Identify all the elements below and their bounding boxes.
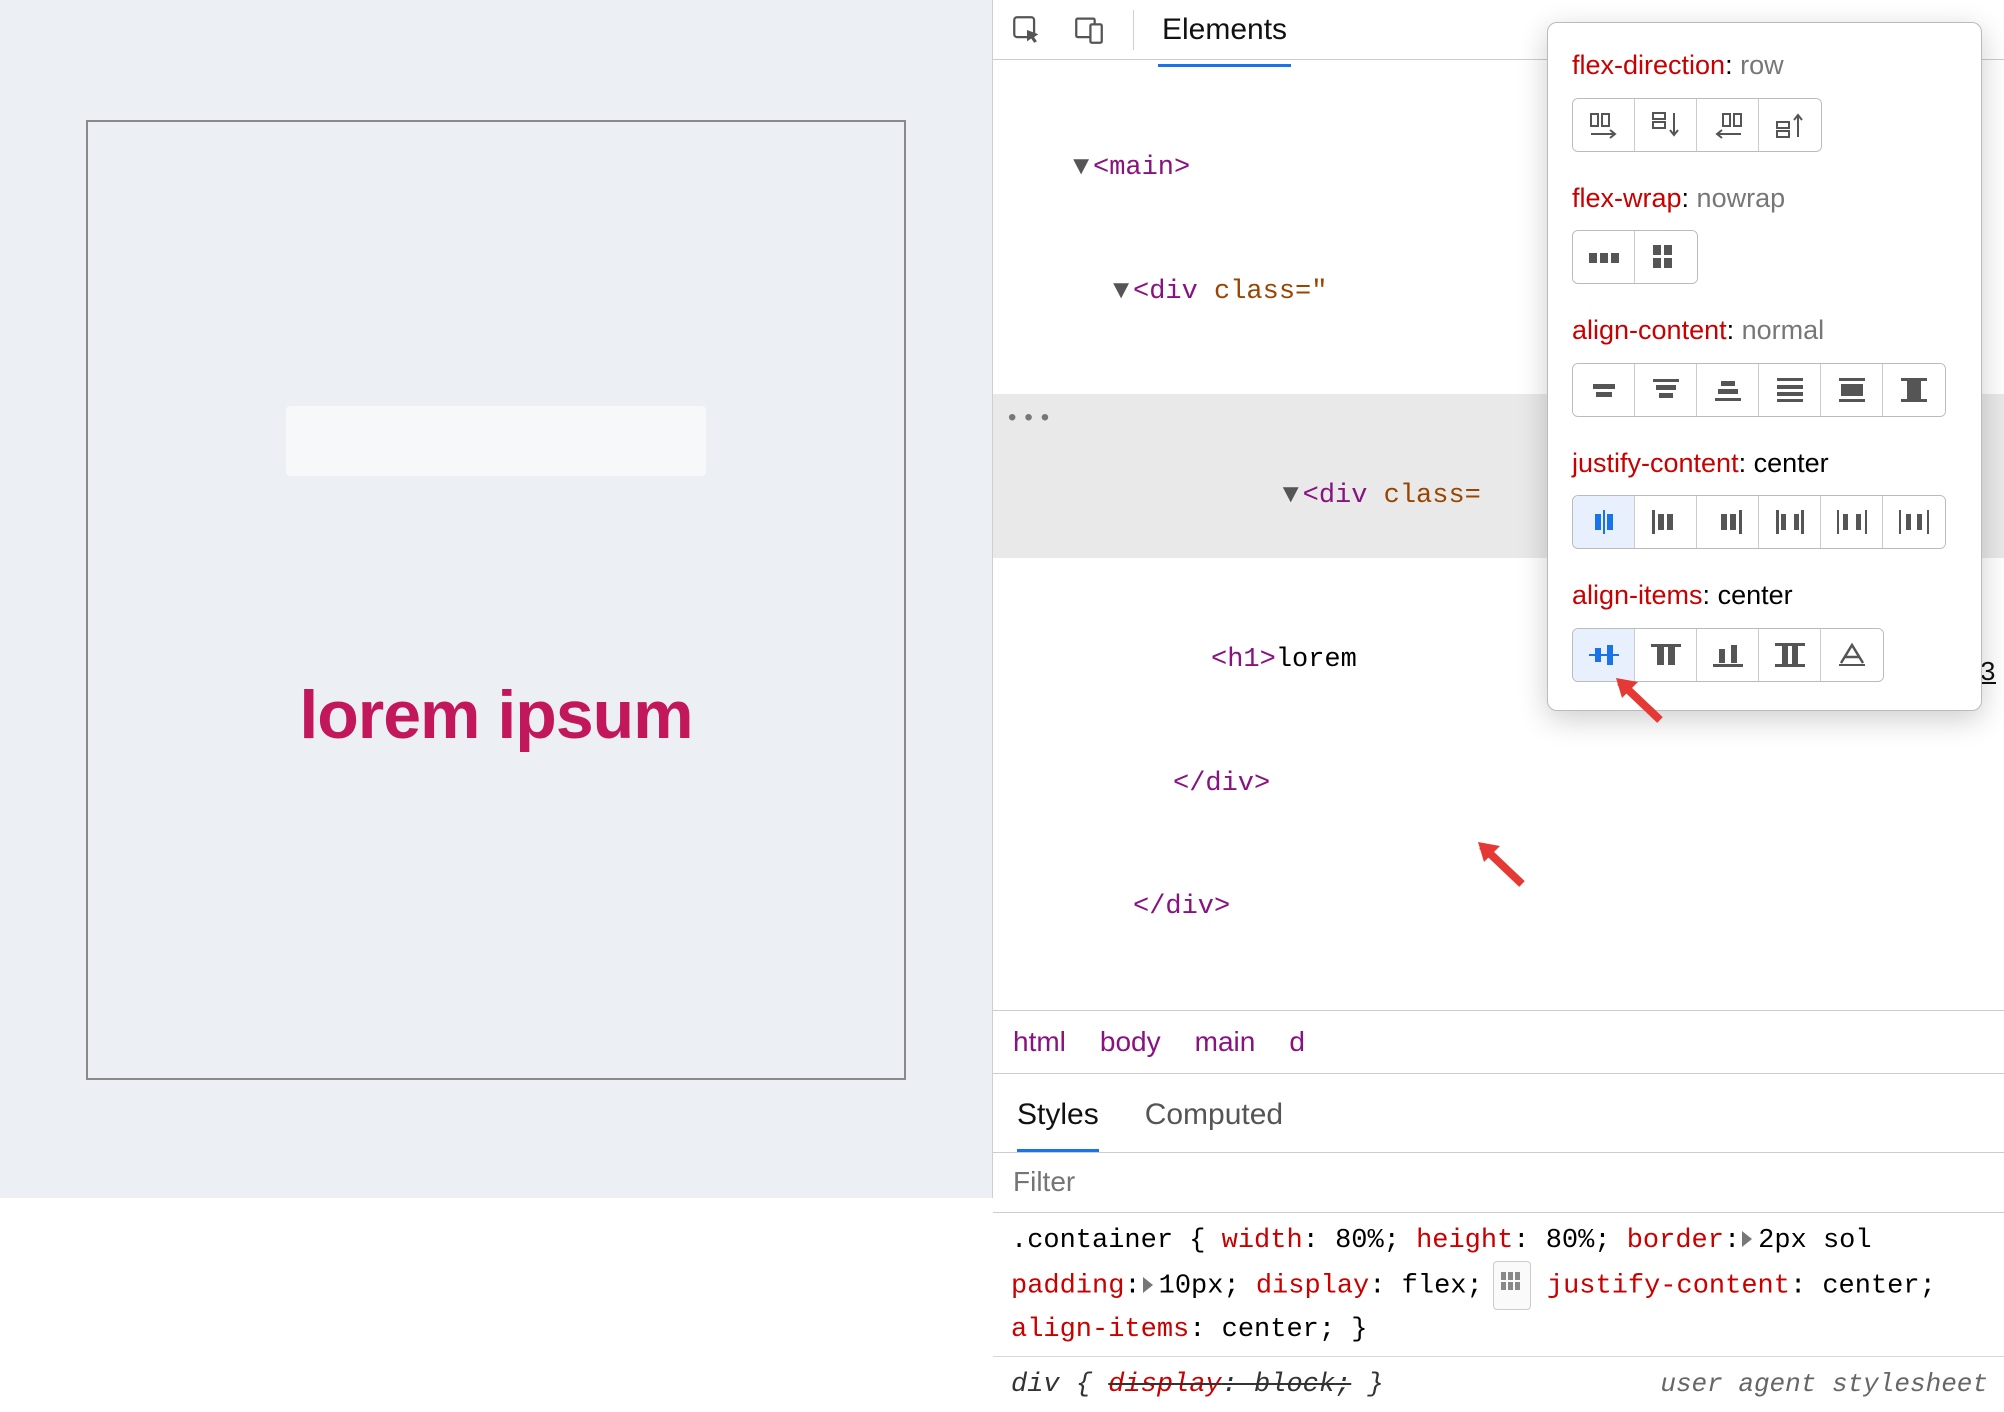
- device-toggle-icon[interactable]: [1069, 10, 1109, 50]
- css-rule-container[interactable]: .container { width: 80%; height: 80%; bo…: [993, 1213, 2004, 1357]
- breadcrumb-item[interactable]: html: [1013, 1021, 1066, 1063]
- element-highlight: [286, 406, 706, 476]
- flex-direction-group: flex-direction: row: [1572, 45, 1957, 152]
- breadcrumb-item[interactable]: body: [1100, 1021, 1161, 1063]
- dom-node[interactable]: <div: [1133, 277, 1214, 307]
- flexbox-editor-popover: flex-direction: row flex-wrap: nowrap: [1547, 22, 1982, 711]
- filter-row: [993, 1153, 2004, 1213]
- dom-node[interactable]: <h1>: [1211, 645, 1276, 675]
- annotation-arrow-icon: [1472, 836, 1528, 888]
- preview-container: lorem ipsum: [86, 120, 906, 1080]
- flex-direction-column-reverse-button[interactable]: [1759, 99, 1821, 151]
- dom-node[interactable]: <main>: [1093, 153, 1190, 183]
- align-items-baseline-button[interactable]: [1821, 629, 1883, 681]
- flex-direction-column-button[interactable]: [1635, 99, 1697, 151]
- dom-node[interactable]: </div>: [1133, 892, 1230, 922]
- flex-direction-row-button[interactable]: [1573, 99, 1635, 151]
- align-items-end-button[interactable]: [1697, 629, 1759, 681]
- css-rule-user-agent[interactable]: user agent stylesheet div { display: blo…: [993, 1356, 2004, 1412]
- preview-heading: lorem ipsum: [299, 676, 692, 754]
- justify-content-start-button[interactable]: [1635, 496, 1697, 548]
- tab-elements[interactable]: Elements: [1158, 0, 1291, 67]
- ellipsis-icon[interactable]: •••: [1005, 402, 1054, 438]
- flex-direction-row-reverse-button[interactable]: [1697, 99, 1759, 151]
- justify-content-end-button[interactable]: [1697, 496, 1759, 548]
- justify-content-space-between-button[interactable]: [1759, 496, 1821, 548]
- align-content-start-button[interactable]: [1635, 364, 1697, 416]
- justify-content-group: justify-content: center: [1572, 443, 1957, 550]
- devtools-panel: Elements ▼<main> ▼<div class=" ••• ▼<div…: [992, 0, 2004, 1198]
- tab-computed[interactable]: Computed: [1145, 1084, 1283, 1152]
- justify-content-center-button[interactable]: [1573, 496, 1635, 548]
- filter-input[interactable]: [1011, 1165, 1986, 1199]
- align-content-end-button[interactable]: [1697, 364, 1759, 416]
- justify-content-space-around-button[interactable]: [1821, 496, 1883, 548]
- align-content-center-button[interactable]: [1573, 364, 1635, 416]
- expand-shorthand-icon[interactable]: [1143, 1277, 1153, 1293]
- flex-wrap-nowrap-button[interactable]: [1573, 231, 1635, 283]
- toolbar-divider: [1133, 10, 1134, 50]
- align-content-stretch-button[interactable]: [1883, 364, 1945, 416]
- page-preview: lorem ipsum: [0, 0, 992, 1198]
- user-agent-label: user agent stylesheet: [1660, 1365, 1988, 1404]
- flex-editor-button[interactable]: [1493, 1261, 1531, 1310]
- flex-wrap-group: flex-wrap: nowrap: [1572, 178, 1957, 285]
- align-content-space-between-button[interactable]: [1821, 364, 1883, 416]
- flex-wrap-wrap-button[interactable]: [1635, 231, 1697, 283]
- align-items-group: align-items: center: [1572, 575, 1957, 682]
- align-content-space-around-button[interactable]: [1759, 364, 1821, 416]
- justify-content-space-evenly-button[interactable]: [1883, 496, 1945, 548]
- breadcrumb[interactable]: html body main d: [993, 1010, 2004, 1074]
- dom-node[interactable]: </div>: [1173, 769, 1270, 799]
- tab-styles[interactable]: Styles: [1017, 1084, 1099, 1152]
- align-content-group: align-content: normal: [1572, 310, 1957, 417]
- align-items-stretch-button[interactable]: [1759, 629, 1821, 681]
- dom-node-selected[interactable]: <div: [1303, 481, 1384, 511]
- breadcrumb-item[interactable]: d: [1289, 1021, 1305, 1063]
- expand-shorthand-icon[interactable]: [1742, 1231, 1752, 1247]
- breadcrumb-item[interactable]: main: [1195, 1021, 1256, 1063]
- styles-tabs: Styles Computed: [993, 1074, 2004, 1153]
- inspect-icon[interactable]: [1007, 10, 1047, 50]
- annotation-arrow-icon: [1610, 672, 1666, 724]
